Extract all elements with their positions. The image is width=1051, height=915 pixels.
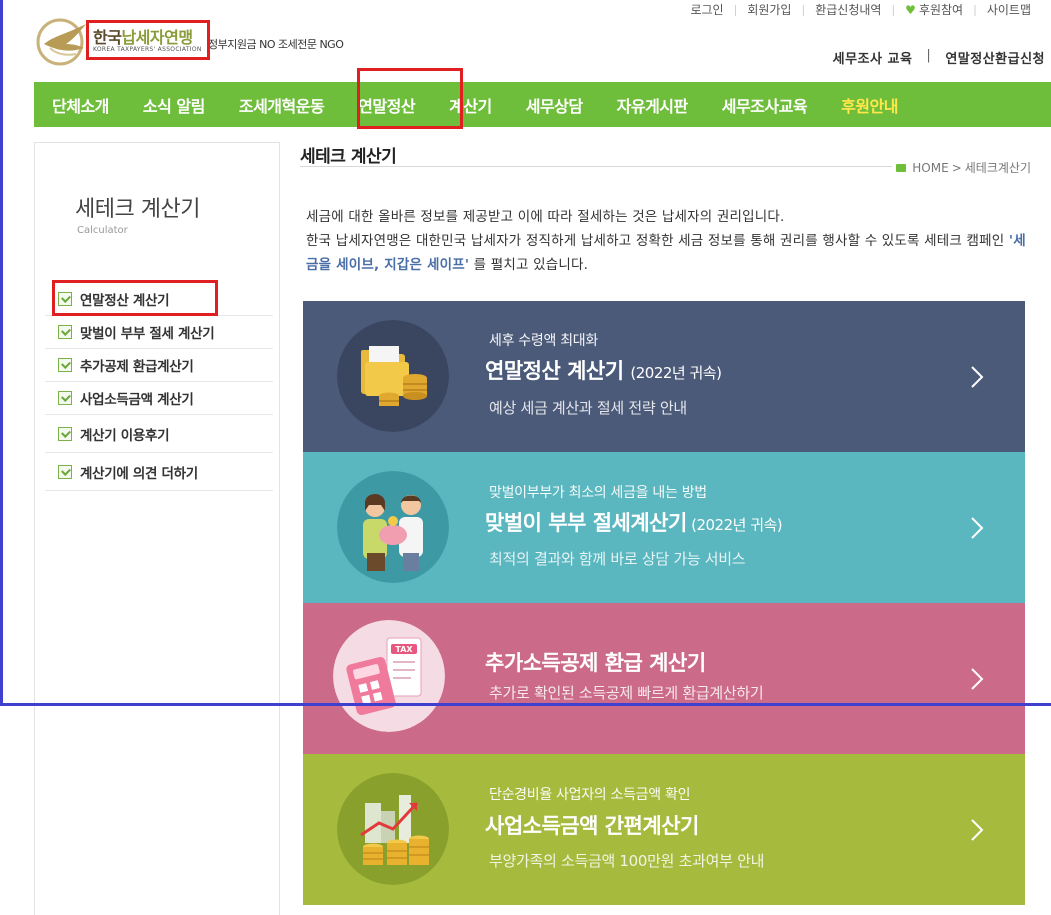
svg-text:TAX: TAX bbox=[395, 645, 413, 654]
side-item-feedback[interactable]: 계산기에 의견 더하기 bbox=[45, 453, 273, 491]
banner-heading: 연말정산 계산기 (2022년 귀속) bbox=[485, 359, 722, 383]
side-nav-title: 세테크 계산기 bbox=[75, 197, 200, 222]
intro-text: 세금에 대한 올바른 정보를 제공받고 이에 따라 절세하는 것은 납세자의 권… bbox=[306, 209, 1026, 273]
side-nav-subtitle: Calculator bbox=[77, 225, 128, 236]
chevron-right-icon bbox=[971, 366, 984, 388]
banner-heading: 사업소득금액 간편계산기 bbox=[485, 814, 699, 838]
banner-kicker: 세후 수령액 최대화 bbox=[489, 333, 598, 349]
side-nav-list: 연말정산 계산기 맞벌이 부부 절세 계산기 추가공제 환급계산기 사업소득금액… bbox=[45, 283, 273, 491]
site-logo[interactable]: 한국납세자연맹 KOREA TAXPAYERS' ASSOCIATION 정부지… bbox=[36, 12, 356, 68]
banner-couple-calc[interactable]: 맞벌이부부가 최소의 세금을 내는 방법 맞벌이 부부 절세계산기 (2022년… bbox=[303, 452, 1025, 603]
side-item-couple-calc[interactable]: 맞벌이 부부 절세 계산기 bbox=[45, 316, 273, 349]
heart-icon: ♥ bbox=[905, 2, 916, 17]
nav-about[interactable]: 단체소개 bbox=[34, 93, 126, 117]
dove-logo-icon bbox=[36, 18, 86, 66]
check-icon bbox=[58, 391, 72, 405]
join-link[interactable]: 회원가입 bbox=[737, 1, 801, 18]
chevron-right-icon bbox=[971, 517, 984, 539]
banner-kicker: 맞벌이부부가 최소의 세금을 내는 방법 bbox=[489, 485, 707, 501]
nav-audit-edu[interactable]: 세무조사교육 bbox=[705, 93, 824, 117]
year-end-refund-link[interactable]: 연말정산환급신청 bbox=[945, 48, 1045, 67]
banner-description: 예상 세금 계산과 절세 전략 안내 bbox=[489, 399, 687, 417]
side-nav: 세테크 계산기 Calculator 연말정산 계산기 맞벌이 부부 절세 계산… bbox=[34, 142, 280, 915]
refund-history-link[interactable]: 환급신청내역 bbox=[805, 1, 891, 18]
banner-year-end-calc[interactable]: 세후 수령액 최대화 연말정산 계산기 (2022년 귀속) 예상 세금 계산과… bbox=[303, 301, 1025, 452]
home-icon bbox=[896, 163, 907, 172]
breadcrumb-current: 세테크계산기 bbox=[964, 161, 1031, 175]
chart-coins-icon bbox=[337, 773, 449, 885]
page-title: 세테크 계산기 bbox=[300, 147, 397, 167]
side-item-year-end-calc[interactable]: 연말정산 계산기 bbox=[45, 283, 273, 316]
sponsor-link[interactable]: ♥ 후원참여 bbox=[895, 1, 973, 18]
logo-subtext: KOREA TAXPAYERS' ASSOCIATION bbox=[93, 46, 202, 53]
breadcrumb-home[interactable]: HOME bbox=[912, 161, 948, 175]
folder-coins-icon bbox=[337, 320, 449, 432]
audit-edu-link[interactable]: 세무조사 교육 bbox=[833, 48, 913, 67]
logo-tagline: 정부지원금 NO 조세전문 NGO bbox=[208, 38, 344, 51]
nav-calculator[interactable]: 계산기 bbox=[432, 93, 509, 117]
side-item-business-income-calc[interactable]: 사업소득금액 계산기 bbox=[45, 382, 273, 415]
side-item-reviews[interactable]: 계산기 이용후기 bbox=[45, 415, 273, 453]
main-nav: 단체소개 소식 알림 조세개혁운동 연말정산 계산기 세무상담 자유게시판 세무… bbox=[34, 82, 1051, 127]
banner-business-income-calc[interactable]: 단순경비율 사업자의 소득금액 확인 사업소득금액 간편계산기 부양가족의 소득… bbox=[303, 754, 1025, 905]
side-item-extra-deduction-calc[interactable]: 추가공제 환급계산기 bbox=[45, 349, 273, 382]
nav-tax-consult[interactable]: 세무상담 bbox=[509, 93, 600, 117]
check-icon bbox=[58, 325, 72, 339]
login-link[interactable]: 로그인 bbox=[680, 1, 733, 18]
check-icon bbox=[58, 464, 72, 479]
couple-piggybank-icon bbox=[337, 471, 449, 583]
quick-links: 세무조사 교육 | 연말정산환급신청 bbox=[832, 48, 1045, 67]
tax-calculator-icon: TAX bbox=[333, 620, 445, 732]
utility-bar: 로그인 | 회원가입 | 환급신청내역 | ♥ 후원참여 | 사이트맵 bbox=[680, 0, 1041, 18]
check-icon bbox=[58, 292, 72, 306]
banner-heading: 맞벌이 부부 절세계산기 (2022년 귀속) bbox=[485, 511, 783, 535]
check-icon bbox=[58, 358, 72, 372]
chevron-right-icon bbox=[971, 668, 984, 690]
banner-description: 최적의 결과와 함께 바로 상담 가능 서비스 bbox=[489, 550, 746, 568]
banner-extra-deduction-calc[interactable]: TAX 추가소득공제 환급 계산기 추가로 확인된 소득공제 빠르게 환급계산하… bbox=[303, 603, 1025, 754]
banner-kicker: 단순경비율 사업자의 소득금액 확인 bbox=[489, 787, 691, 803]
nav-year-end[interactable]: 연말정산 bbox=[341, 93, 432, 117]
check-icon bbox=[58, 426, 72, 441]
nav-news[interactable]: 소식 알림 bbox=[126, 93, 222, 117]
banner-description: 부양가족의 소득금액 100만원 초과여부 안내 bbox=[489, 852, 765, 870]
breadcrumb: HOME > 세테크계산기 bbox=[892, 159, 1031, 176]
logo-text: 한국납세자연맹 bbox=[93, 28, 193, 47]
chevron-right-icon bbox=[971, 819, 984, 841]
nav-free-board[interactable]: 자유게시판 bbox=[600, 93, 705, 117]
nav-tax-reform[interactable]: 조세개혁운동 bbox=[222, 93, 341, 117]
banner-description: 추가로 확인된 소득공제 빠르게 환급계산하기 bbox=[489, 684, 764, 702]
banner-heading: 추가소득공제 환급 계산기 bbox=[485, 651, 706, 675]
nav-donate[interactable]: 후원안내 bbox=[824, 93, 915, 117]
sitemap-link[interactable]: 사이트맵 bbox=[977, 1, 1041, 18]
